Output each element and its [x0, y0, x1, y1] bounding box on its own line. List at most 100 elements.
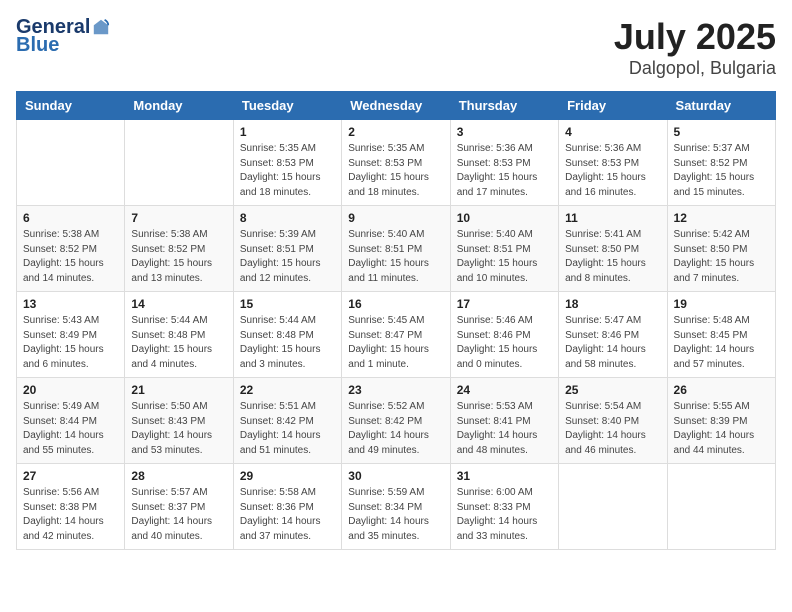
calendar-cell: 10 Sunrise: 5:40 AM Sunset: 8:51 PM Dayli…: [450, 206, 558, 292]
weekday-header-friday: Friday: [559, 92, 667, 120]
calendar-cell: 23 Sunrise: 5:52 AM Sunset: 8:42 PM Dayli…: [342, 378, 450, 464]
calendar-cell: 1 Sunrise: 5:35 AM Sunset: 8:53 PM Daylig…: [233, 120, 341, 206]
calendar-cell: 24 Sunrise: 5:53 AM Sunset: 8:41 PM Dayli…: [450, 378, 558, 464]
day-number: 23: [348, 383, 443, 397]
day-info: Sunrise: 5:53 AM Sunset: 8:41 PM Dayligh…: [457, 400, 552, 458]
logo: General Blue: [16, 16, 110, 57]
day-info: Sunrise: 5:41 AM Sunset: 8:50 PM Dayligh…: [565, 228, 660, 286]
day-number: 14: [131, 297, 226, 311]
day-info: Sunrise: 5:45 AM Sunset: 8:47 PM Dayligh…: [348, 314, 443, 372]
day-info: Sunrise: 5:49 AM Sunset: 8:44 PM Dayligh…: [23, 400, 118, 458]
day-number: 25: [565, 383, 660, 397]
weekday-header-wednesday: Wednesday: [342, 92, 450, 120]
day-number: 26: [674, 383, 769, 397]
logo-blue-text: Blue: [16, 34, 59, 57]
day-info: Sunrise: 5:36 AM Sunset: 8:53 PM Dayligh…: [457, 142, 552, 200]
calendar-cell: 18 Sunrise: 5:47 AM Sunset: 8:46 PM Dayli…: [559, 292, 667, 378]
calendar-cell: 2 Sunrise: 5:35 AM Sunset: 8:53 PM Daylig…: [342, 120, 450, 206]
day-number: 6: [23, 211, 118, 225]
calendar-cell: 8 Sunrise: 5:39 AM Sunset: 8:51 PM Daylig…: [233, 206, 341, 292]
page-header: General Blue July 2025 Dalgopol, Bulgari…: [16, 16, 776, 79]
weekday-header-saturday: Saturday: [667, 92, 775, 120]
day-info: Sunrise: 5:40 AM Sunset: 8:51 PM Dayligh…: [348, 228, 443, 286]
calendar-week-5: 27 Sunrise: 5:56 AM Sunset: 8:38 PM Dayli…: [17, 464, 776, 550]
day-number: 2: [348, 125, 443, 139]
day-number: 19: [674, 297, 769, 311]
day-number: 22: [240, 383, 335, 397]
logo-icon: [92, 18, 110, 36]
day-number: 30: [348, 469, 443, 483]
day-number: 5: [674, 125, 769, 139]
day-info: Sunrise: 5:55 AM Sunset: 8:39 PM Dayligh…: [674, 400, 769, 458]
calendar-cell: 26 Sunrise: 5:55 AM Sunset: 8:39 PM Dayli…: [667, 378, 775, 464]
weekday-header-monday: Monday: [125, 92, 233, 120]
day-info: Sunrise: 5:40 AM Sunset: 8:51 PM Dayligh…: [457, 228, 552, 286]
day-info: Sunrise: 5:39 AM Sunset: 8:51 PM Dayligh…: [240, 228, 335, 286]
day-info: Sunrise: 5:35 AM Sunset: 8:53 PM Dayligh…: [240, 142, 335, 200]
calendar-cell: 11 Sunrise: 5:41 AM Sunset: 8:50 PM Dayli…: [559, 206, 667, 292]
calendar-cell: 3 Sunrise: 5:36 AM Sunset: 8:53 PM Daylig…: [450, 120, 558, 206]
calendar-cell: 25Sunrise: 5:54 AM Sunset: 8:40 PM Dayli…: [559, 378, 667, 464]
day-number: 16: [348, 297, 443, 311]
weekday-header-thursday: Thursday: [450, 92, 558, 120]
day-number: 27: [23, 469, 118, 483]
calendar-week-3: 13Sunrise: 5:43 AM Sunset: 8:49 PM Dayli…: [17, 292, 776, 378]
calendar-cell: 6Sunrise: 5:38 AM Sunset: 8:52 PM Daylig…: [17, 206, 125, 292]
day-number: 18: [565, 297, 660, 311]
day-info: Sunrise: 5:52 AM Sunset: 8:42 PM Dayligh…: [348, 400, 443, 458]
calendar-week-1: 1 Sunrise: 5:35 AM Sunset: 8:53 PM Daylig…: [17, 120, 776, 206]
weekday-header-row: SundayMondayTuesdayWednesdayThursdayFrid…: [17, 92, 776, 120]
day-info: Sunrise: 5:36 AM Sunset: 8:53 PM Dayligh…: [565, 142, 660, 200]
day-info: Sunrise: 5:48 AM Sunset: 8:45 PM Dayligh…: [674, 314, 769, 372]
calendar-cell: 21Sunrise: 5:50 AM Sunset: 8:43 PM Dayli…: [125, 378, 233, 464]
calendar-cell: 15 Sunrise: 5:44 AM Sunset: 8:48 PM Dayli…: [233, 292, 341, 378]
calendar-cell: [559, 464, 667, 550]
day-number: 12: [674, 211, 769, 225]
day-number: 29: [240, 469, 335, 483]
calendar-cell: 9 Sunrise: 5:40 AM Sunset: 8:51 PM Daylig…: [342, 206, 450, 292]
day-info: Sunrise: 5:59 AM Sunset: 8:34 PM Dayligh…: [348, 486, 443, 544]
day-info: Sunrise: 6:00 AM Sunset: 8:33 PM Dayligh…: [457, 486, 552, 544]
day-number: 9: [348, 211, 443, 225]
calendar-cell: 31 Sunrise: 6:00 AM Sunset: 8:33 PM Dayli…: [450, 464, 558, 550]
calendar-cell: [667, 464, 775, 550]
day-number: 11: [565, 211, 660, 225]
weekday-header-sunday: Sunday: [17, 92, 125, 120]
calendar-cell: [125, 120, 233, 206]
day-number: 8: [240, 211, 335, 225]
calendar-cell: 12 Sunrise: 5:42 AM Sunset: 8:50 PM Dayli…: [667, 206, 775, 292]
day-number: 17: [457, 297, 552, 311]
day-info: Sunrise: 5:35 AM Sunset: 8:53 PM Dayligh…: [348, 142, 443, 200]
day-number: 21: [131, 383, 226, 397]
page-title: July 2025: [614, 16, 776, 58]
day-number: 15: [240, 297, 335, 311]
title-block: July 2025 Dalgopol, Bulgaria: [614, 16, 776, 79]
day-number: 10: [457, 211, 552, 225]
day-info: Sunrise: 5:44 AM Sunset: 8:48 PM Dayligh…: [240, 314, 335, 372]
day-info: Sunrise: 5:47 AM Sunset: 8:46 PM Dayligh…: [565, 314, 660, 372]
calendar-week-2: 6 Sunrise: 5:38 AM Sunset: 8:52 PM Daylig…: [17, 206, 776, 292]
day-number: 13: [23, 297, 118, 311]
day-info: Sunrise: 5:57 AM Sunset: 8:37 PM Dayligh…: [131, 486, 226, 544]
calendar-cell: 7Sunrise: 5:38 AM Sunset: 8:52 PM Daylig…: [125, 206, 233, 292]
day-info: Sunrise: 5:51 AM Sunset: 8:42 PM Dayligh…: [240, 400, 335, 458]
day-info: Sunrise: 5:37 AM Sunset: 8:52 PM Dayligh…: [674, 142, 769, 200]
day-number: 20: [23, 383, 118, 397]
day-info: Sunrise: 5:56 AM Sunset: 8:38 PM Dayligh…: [23, 486, 118, 544]
calendar-cell: 17 Sunrise: 5:46 AM Sunset: 8:46 PM Dayli…: [450, 292, 558, 378]
calendar-cell: 30 Sunrise: 5:59 AM Sunset: 8:34 PM Dayli…: [342, 464, 450, 550]
calendar-cell: 28Sunrise: 5:57 AM Sunset: 8:37 PM Dayli…: [125, 464, 233, 550]
day-number: 1: [240, 125, 335, 139]
weekday-header-tuesday: Tuesday: [233, 92, 341, 120]
page-subtitle: Dalgopol, Bulgaria: [614, 58, 776, 79]
calendar-cell: 27 Sunrise: 5:56 AM Sunset: 8:38 PM Dayli…: [17, 464, 125, 550]
calendar-table: SundayMondayTuesdayWednesdayThursdayFrid…: [16, 91, 776, 550]
day-info: Sunrise: 5:38 AM Sunset: 8:52 PM Dayligh…: [131, 228, 226, 286]
day-number: 31: [457, 469, 552, 483]
day-info: Sunrise: 5:42 AM Sunset: 8:50 PM Dayligh…: [674, 228, 769, 286]
calendar-cell: 13Sunrise: 5:43 AM Sunset: 8:49 PM Dayli…: [17, 292, 125, 378]
day-number: 3: [457, 125, 552, 139]
calendar-cell: 16 Sunrise: 5:45 AM Sunset: 8:47 PM Dayli…: [342, 292, 450, 378]
day-info: Sunrise: 5:46 AM Sunset: 8:46 PM Dayligh…: [457, 314, 552, 372]
day-number: 24: [457, 383, 552, 397]
